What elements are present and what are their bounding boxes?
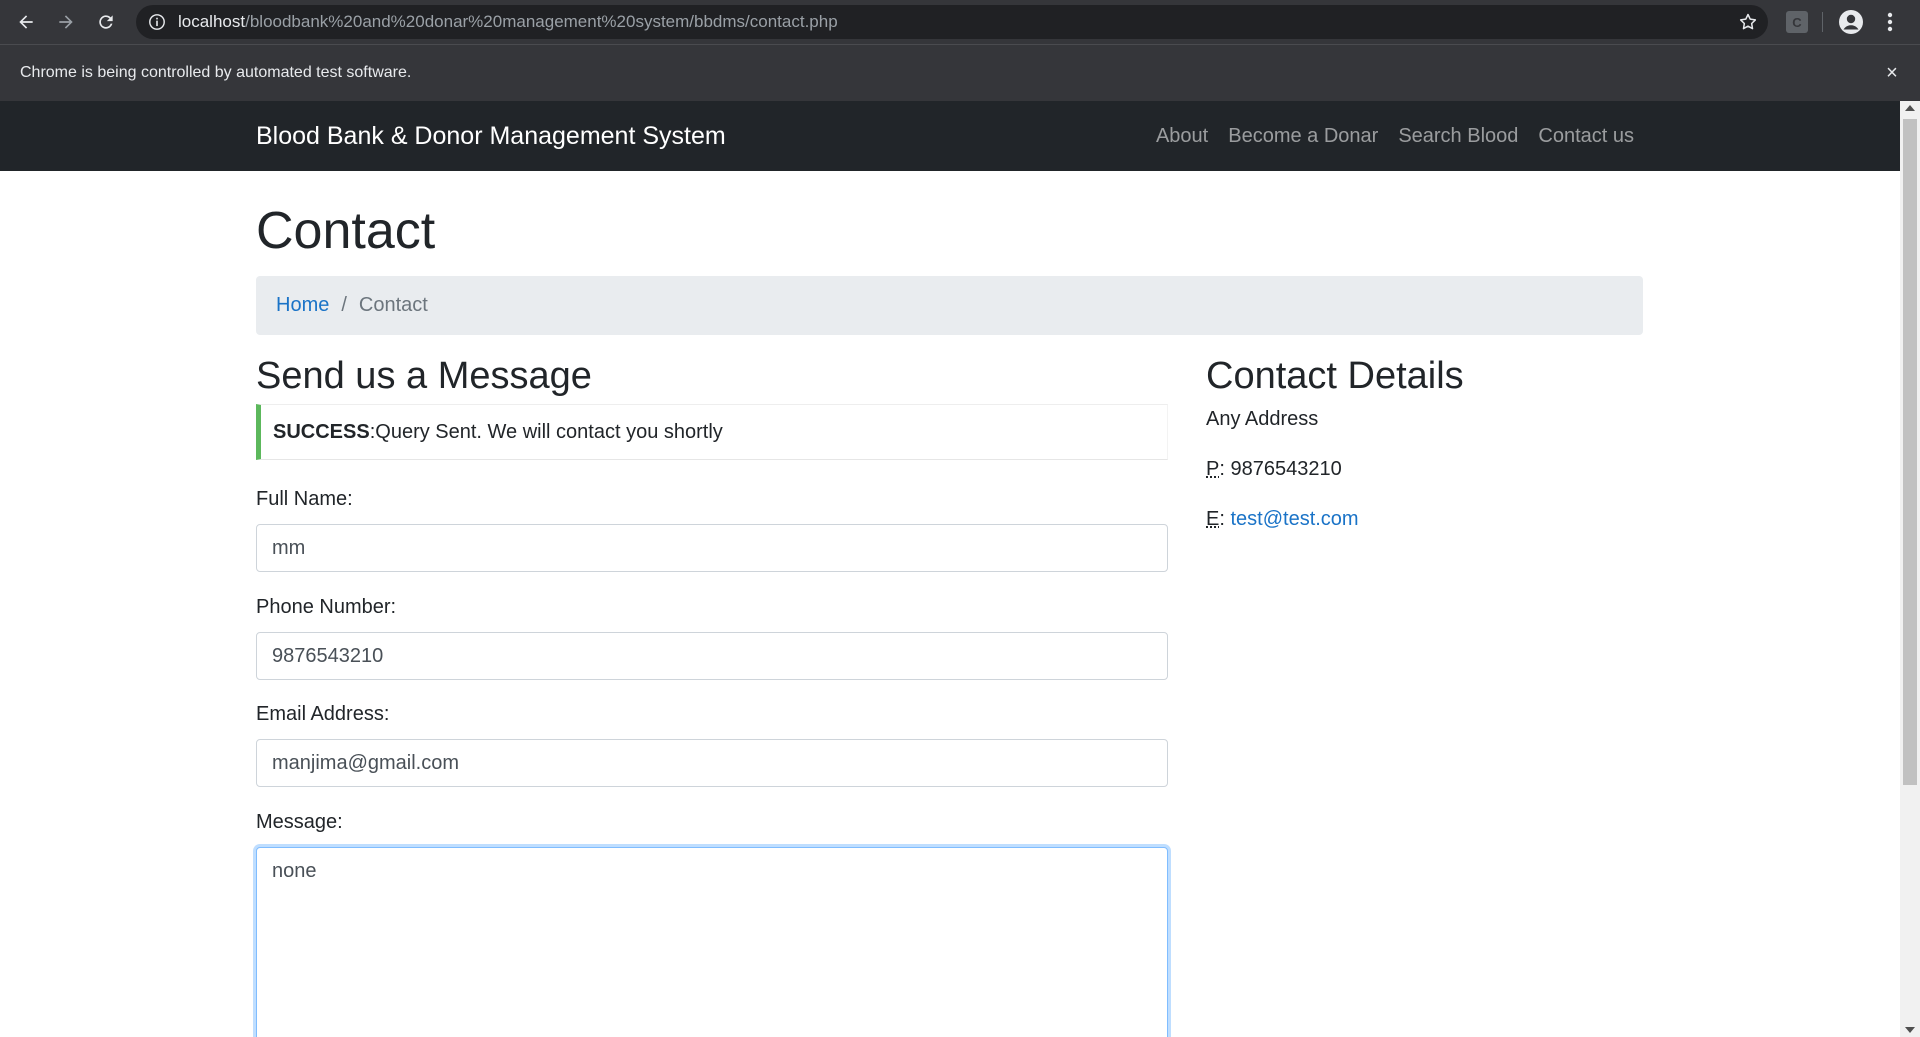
- breadcrumb-separator: /: [341, 294, 347, 316]
- nav-link-contact-us[interactable]: Contact us: [1538, 125, 1634, 148]
- browser-toolbar: localhost/bloodbank%20and%20donar%20mana…: [0, 0, 1920, 44]
- nav-links: About Become a Donar Search Blood Contac…: [1136, 101, 1634, 171]
- success-alert: SUCCESS:Query Sent. We will contact you …: [256, 404, 1168, 460]
- extension-icon[interactable]: C: [1786, 11, 1808, 33]
- infobar-message: Chrome is being controlled by automated …: [20, 64, 412, 81]
- alert-strong: SUCCESS: [273, 421, 370, 443]
- contact-address: Any Address: [1206, 408, 1319, 430]
- automation-infobar: Chrome is being controlled by automated …: [0, 44, 1920, 101]
- bookmark-star-icon[interactable]: [1738, 12, 1758, 32]
- phone-label: Phone Number:: [256, 596, 397, 618]
- scroll-down-arrow-icon[interactable]: [1905, 1027, 1915, 1033]
- contact-details-heading: Contact Details: [1206, 355, 1464, 397]
- nav-link-about[interactable]: About: [1156, 125, 1208, 148]
- close-icon[interactable]: ×: [1880, 61, 1904, 85]
- page-scrollbar[interactable]: [1900, 101, 1920, 1037]
- form-heading: Send us a Message: [256, 355, 592, 397]
- full-name-input[interactable]: [256, 524, 1168, 572]
- phone-abbr: P: [1206, 458, 1220, 480]
- message-label: Message:: [256, 811, 343, 833]
- site-brand[interactable]: Blood Bank & Donor Management System: [256, 101, 726, 171]
- contact-email-link[interactable]: test@test.com: [1230, 508, 1358, 530]
- breadcrumb-current: Contact: [358, 294, 428, 316]
- site-info-icon[interactable]: [148, 13, 166, 31]
- scroll-up-arrow-icon[interactable]: [1905, 105, 1915, 111]
- full-name-label: Full Name:: [256, 488, 353, 510]
- contact-email: E: test@test.com: [1206, 508, 1359, 530]
- nav-link-search-blood[interactable]: Search Blood: [1398, 125, 1518, 148]
- breadcrumb: Home / Contact: [256, 276, 1643, 335]
- nav-link-become-donar[interactable]: Become a Donar: [1228, 125, 1378, 148]
- contact-phone: P: 9876543210: [1206, 458, 1342, 480]
- contact-phone-number: 9876543210: [1230, 458, 1342, 480]
- alert-text: :Query Sent. We will contact you shortly: [369, 421, 723, 443]
- reload-icon[interactable]: [92, 8, 120, 36]
- forward-arrow-icon[interactable]: [52, 8, 80, 36]
- phone-input[interactable]: [256, 632, 1168, 680]
- message-textarea[interactable]: none: [256, 847, 1168, 1037]
- toolbar-divider: [1822, 12, 1823, 32]
- back-arrow-icon[interactable]: [12, 8, 40, 36]
- email-label: Email Address:: [256, 703, 390, 725]
- address-bar[interactable]: localhost/bloodbank%20and%20donar%20mana…: [136, 5, 1768, 39]
- page-title: Contact: [256, 202, 436, 260]
- profile-avatar-icon[interactable]: [1838, 9, 1864, 35]
- kebab-menu-icon[interactable]: [1882, 10, 1898, 34]
- url-text: localhost/bloodbank%20and%20donar%20mana…: [178, 12, 838, 31]
- site-navbar: Blood Bank & Donor Management System Abo…: [0, 101, 1900, 171]
- scrollbar-thumb[interactable]: [1903, 119, 1917, 785]
- breadcrumb-home-link[interactable]: Home: [276, 294, 329, 317]
- email-input[interactable]: [256, 739, 1168, 787]
- email-abbr: E: [1206, 508, 1220, 530]
